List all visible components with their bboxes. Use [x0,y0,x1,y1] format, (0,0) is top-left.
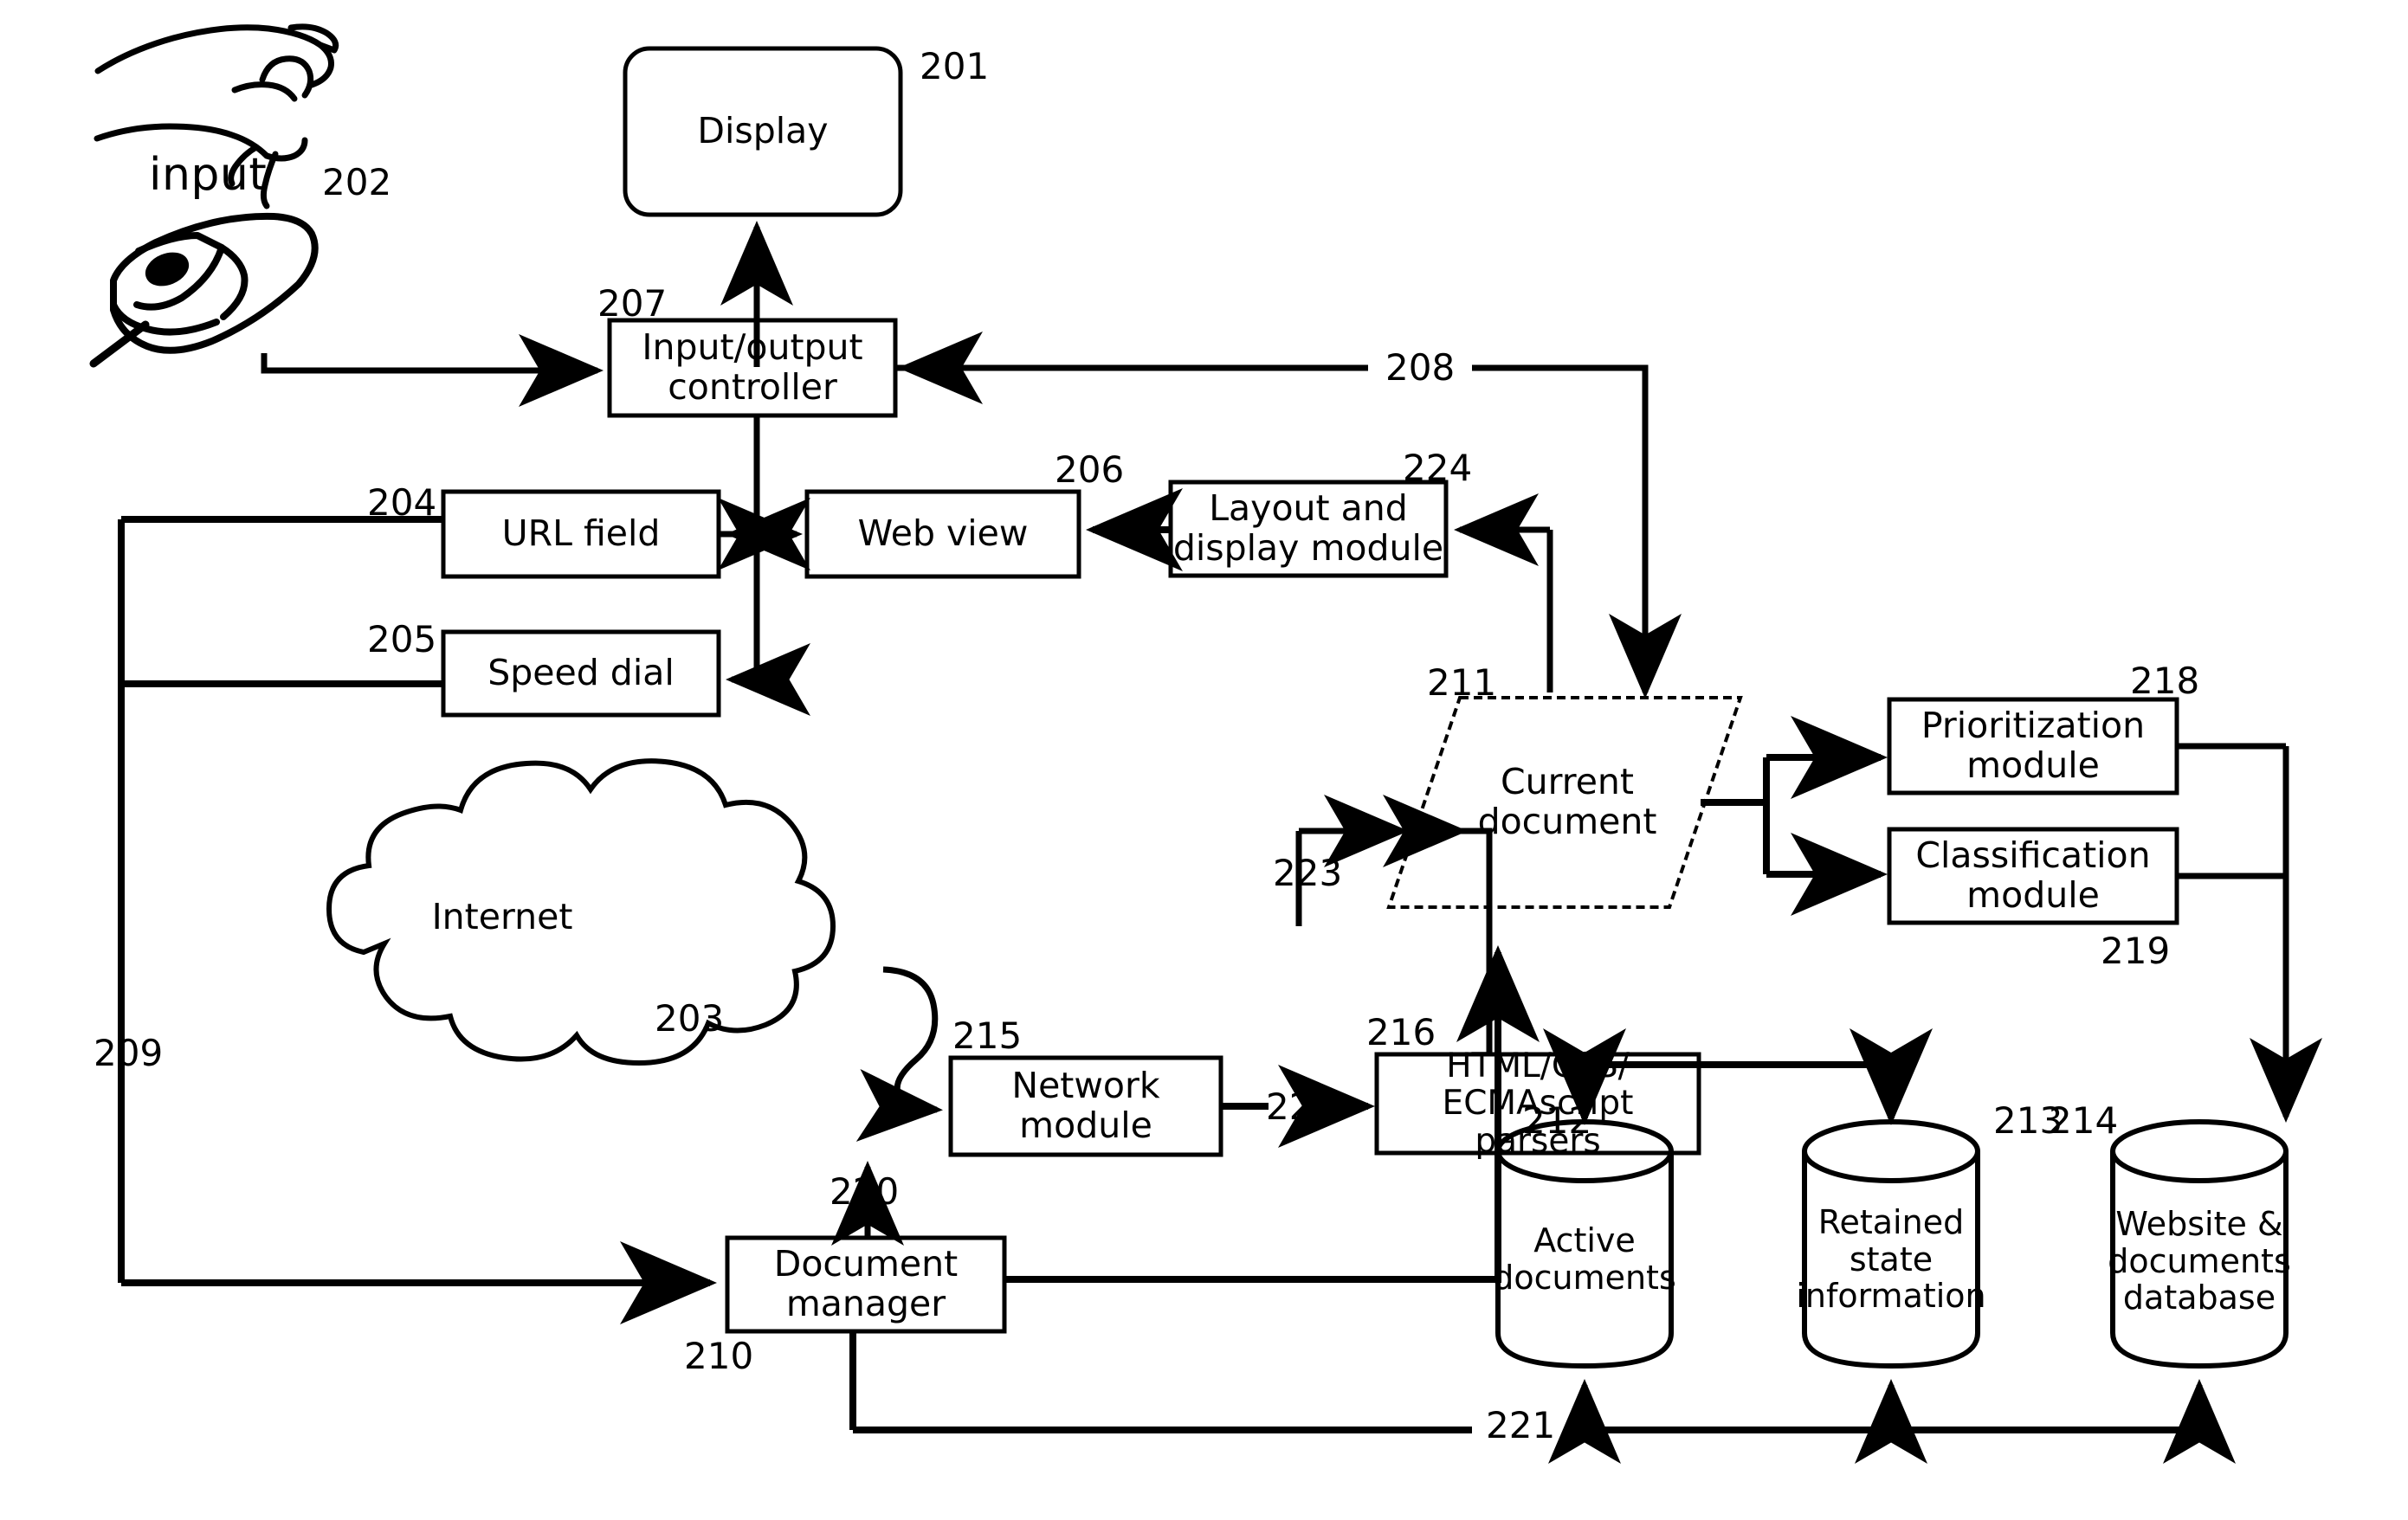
doc-manager-line-1: Document [773,1243,959,1285]
network-module-line-2: module [1019,1105,1152,1146]
display-label: Display [697,110,829,152]
ref-208: 208 [1385,346,1456,389]
retained-state-label: Retained state information [1794,1203,1988,1316]
ref-207: 207 [597,282,668,325]
ref-202: 202 [322,161,392,203]
classification-line-1: Classification [1915,834,2151,877]
io-controller-line-2: controller [668,366,837,408]
ref-224: 224 [1403,447,1473,489]
url-field-label: URL field [501,512,661,555]
ref-222: 222 [1266,1085,1336,1128]
internet-label: Internet [431,896,573,938]
ref-201: 201 [920,45,990,87]
classification-line-2: module [1966,874,2100,916]
doc-manager-label: Document manager [727,1238,1004,1331]
ref-206: 206 [1055,448,1125,491]
ref-212: 212 [1522,1099,1592,1142]
ref-203: 203 [655,997,725,1040]
parsers-line-1: HTML/CSS/ [1446,1046,1630,1085]
network-module-label: Network module [951,1058,1221,1155]
ref-215: 215 [952,1014,1023,1057]
mouse-illustration [89,212,319,368]
retained-state-line-1: Retained state [1817,1203,1965,1278]
web-view-label: Web view [857,512,1029,555]
network-module-line-1: Network [1011,1065,1160,1107]
current-document-line-2: document [1477,801,1657,842]
website-db-line-3: database [2122,1278,2276,1317]
layout-module-line-2: display module [1172,527,1444,569]
ref-220: 220 [830,1170,900,1213]
website-db-line-2: documents [2108,1241,2291,1280]
active-documents-line-2: documents [1493,1259,1676,1297]
io-controller-line-1: Input/output [642,326,863,369]
layout-module-label: Layout and display module [1171,482,1446,576]
ref-205: 205 [367,618,437,660]
ref-219: 219 [2101,930,2171,972]
speed-dial-label: Speed dial [487,652,675,694]
ref-223: 223 [1273,852,1343,894]
input-label: input [149,149,268,201]
prioritization-label: Prioritization module [1889,699,2177,793]
patent-figure: Display 201 input 202 Input/output contr… [0,0,2408,1520]
ref-204: 204 [367,481,437,524]
io-controller-label: Input/output controller [610,320,895,415]
active-documents-label: Active documents [1493,1203,1676,1316]
classification-label: Classification module [1889,829,2177,923]
ref-214: 214 [2049,1099,2119,1142]
current-document-label: Current document [1403,698,1732,907]
ref-211: 211 [1427,661,1497,704]
layout-module-line-1: Layout and [1209,487,1408,530]
prioritization-line-2: module [1966,744,2100,786]
ref-221: 221 [1486,1404,1556,1446]
website-db-line-1: Website & [2115,1205,2283,1244]
ref-210: 210 [684,1335,754,1377]
current-document-line-1: Current [1501,761,1634,803]
doc-manager-line-2: manager [785,1283,946,1324]
prioritization-line-1: Prioritization [1921,705,2146,747]
active-documents-line-1: Active [1533,1221,1636,1260]
ref-218: 218 [2130,660,2200,702]
ref-216: 216 [1366,1011,1436,1053]
website-db-label: Website & documents database [2108,1184,2291,1338]
ref-209: 209 [94,1032,164,1074]
retained-state-line-2: information [1796,1277,1986,1316]
